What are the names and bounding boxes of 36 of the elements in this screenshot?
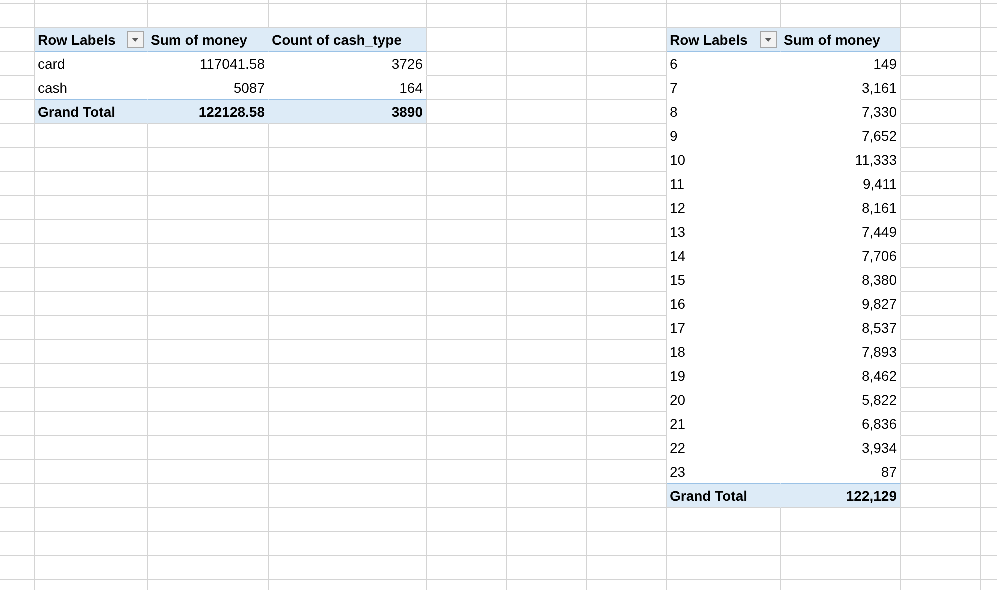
- row-label: 13: [667, 220, 781, 244]
- row-label: 22: [667, 436, 781, 460]
- row-label: 14: [667, 244, 781, 268]
- row-label: cash: [35, 76, 148, 100]
- row-label: 7: [667, 76, 781, 100]
- row-label: 6: [667, 52, 781, 76]
- filter-dropdown-button[interactable]: [760, 31, 777, 48]
- grand-total-label: Grand Total: [667, 484, 781, 508]
- row-label: 23: [667, 460, 781, 484]
- row-label: 20: [667, 388, 781, 412]
- row-label: 9: [667, 124, 781, 148]
- row-label: 16: [667, 292, 781, 316]
- row-label: 17: [667, 316, 781, 340]
- row-label: 12: [667, 196, 781, 220]
- grand-total-value: 3890: [269, 100, 427, 124]
- grand-total-label: Grand Total: [35, 100, 148, 124]
- row-label: 21: [667, 412, 781, 436]
- table-cell: 5087: [148, 76, 269, 100]
- column-header: Sum of money: [781, 28, 901, 52]
- column-header: Row Labels: [670, 32, 749, 48]
- column-header: Count of cash_type: [269, 28, 427, 52]
- row-label: 18: [667, 340, 781, 364]
- row-label: 19: [667, 364, 781, 388]
- column-header: Sum of money: [148, 28, 269, 52]
- row-label: card: [35, 52, 148, 76]
- row-label: 10: [667, 148, 781, 172]
- caret-icon: [765, 38, 772, 42]
- row-label: 15: [667, 268, 781, 292]
- filter-dropdown-button[interactable]: [127, 31, 144, 48]
- column-header: Row Labels: [38, 32, 117, 48]
- grand-total-value: 122,129: [781, 484, 901, 508]
- caret-icon: [132, 38, 139, 42]
- row-label: 8: [667, 100, 781, 124]
- row-label: 11: [667, 172, 781, 196]
- grand-total-value: 122128.58: [148, 100, 269, 124]
- table-cell: 117041.58: [148, 52, 269, 76]
